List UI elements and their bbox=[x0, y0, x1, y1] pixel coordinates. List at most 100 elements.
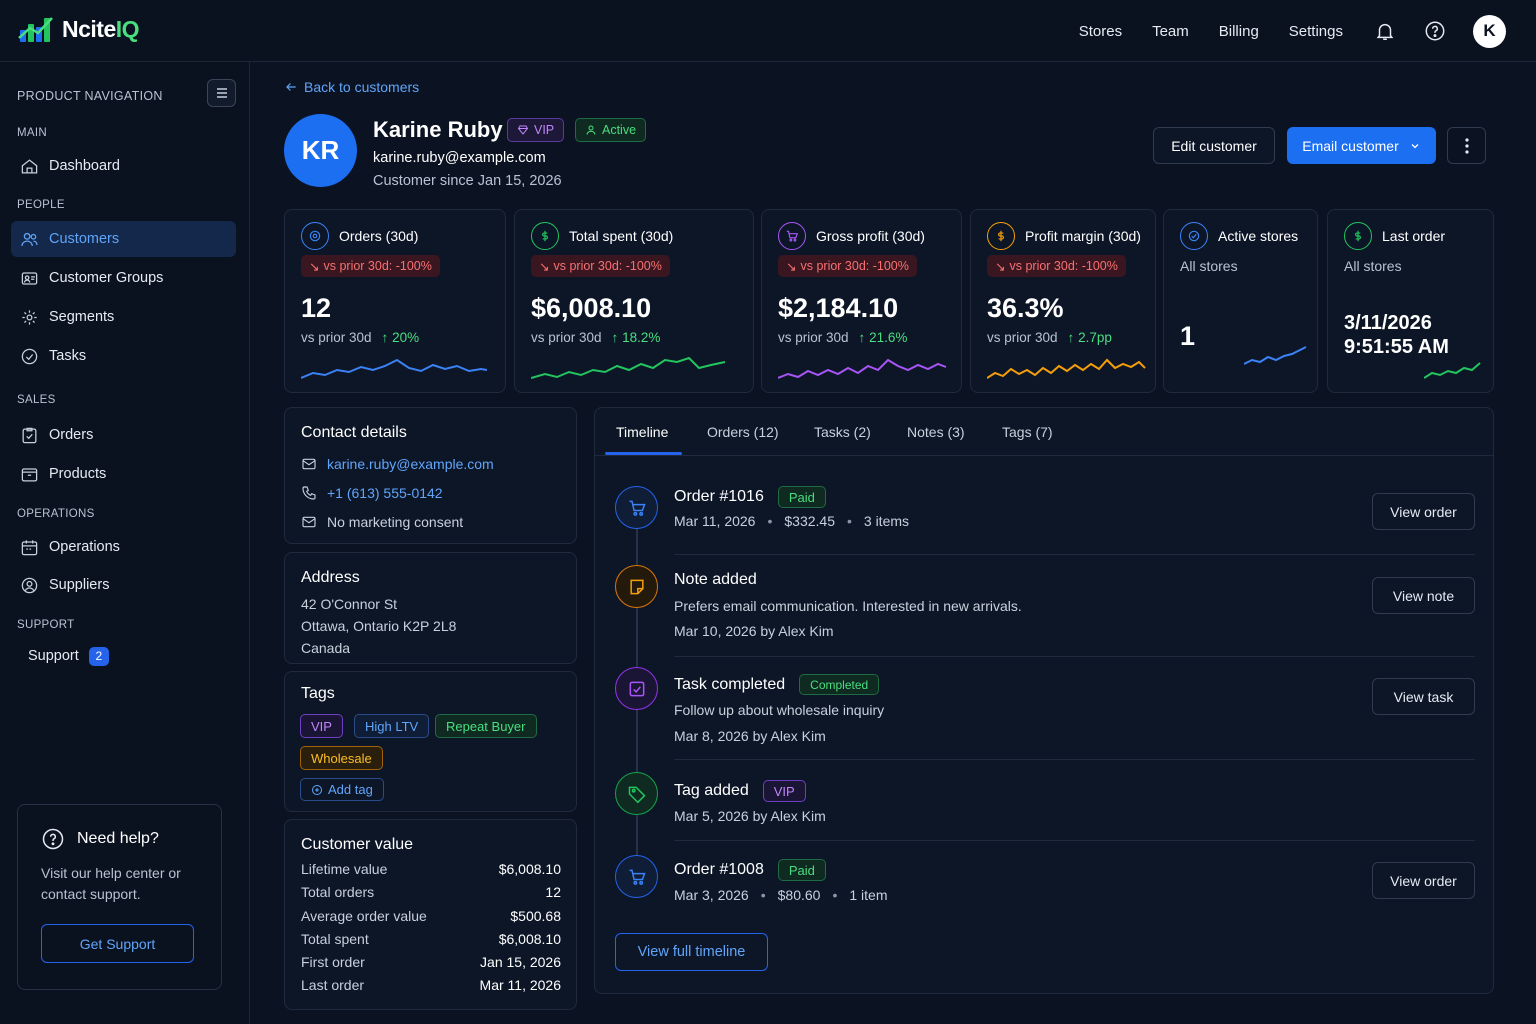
kpi-title: Profit margin (30d) bbox=[1025, 228, 1141, 244]
value-row: First order Jan 15, 2026 bbox=[301, 954, 561, 970]
add-tag-button[interactable]: Add tag bbox=[300, 778, 384, 801]
kpi-sparkline bbox=[1424, 362, 1481, 379]
sidebar-item-dashboard[interactable]: Dashboard bbox=[11, 148, 236, 184]
tab-orders[interactable]: Orders (12) bbox=[707, 408, 779, 456]
last-order-time: 9:51:55 AM bbox=[1344, 336, 1449, 358]
kpi-delta: ↑ 2.7pp bbox=[1067, 330, 1112, 345]
view-task-button[interactable]: View task bbox=[1372, 678, 1475, 715]
tag-high-ltv[interactable]: High LTV bbox=[354, 714, 430, 738]
sidebar-item-customers[interactable]: Customers bbox=[11, 221, 236, 257]
tab-timeline[interactable]: Timeline bbox=[616, 408, 668, 456]
logo-icon bbox=[18, 17, 53, 42]
sidebar-item-orders[interactable]: Orders bbox=[11, 417, 236, 453]
card-title: Contact details bbox=[301, 424, 407, 441]
sidebar-item-operations[interactable]: Operations bbox=[11, 529, 236, 565]
sidebar-item-products[interactable]: Products bbox=[11, 456, 236, 492]
event-title-text: Order #1008 bbox=[674, 861, 764, 878]
sidebar-item-segments[interactable]: Segments bbox=[11, 299, 236, 335]
note-icon bbox=[615, 565, 658, 608]
edit-customer-button[interactable]: Edit customer bbox=[1153, 127, 1275, 164]
contact-email-row[interactable]: karine.ruby@example.com bbox=[301, 456, 494, 472]
tag-repeat-buyer[interactable]: Repeat Buyer bbox=[435, 714, 537, 738]
tags-card: Tags VIP High LTV Repeat Buyer Wholesale… bbox=[284, 671, 577, 812]
kpi-comparison: vs prior 30d ↑ 2.7pp bbox=[987, 330, 1112, 345]
kpi-header: Orders (30d) bbox=[301, 222, 418, 250]
event-title-text: Tag added bbox=[674, 782, 749, 799]
event-meta: Mar 3, 2026 • $80.60 • 1 item bbox=[674, 887, 887, 903]
kpi-card-profit-margin[interactable]: Profit margin (30d) ↘ vs prior 30d: -100%… bbox=[970, 209, 1156, 393]
more-actions-button[interactable] bbox=[1447, 127, 1486, 164]
view-full-timeline-button[interactable]: View full timeline bbox=[615, 933, 768, 971]
kpi-delta-value: 20% bbox=[392, 330, 420, 345]
kpi-delta-value: 21.6% bbox=[869, 330, 908, 345]
paid-badge: Paid bbox=[777, 486, 826, 508]
active-tab-indicator bbox=[605, 452, 682, 455]
contact-phone-row[interactable]: +1 (613) 555-0142 bbox=[301, 485, 443, 501]
sidebar-item-label: Support bbox=[28, 648, 79, 664]
tag-vip[interactable]: VIP bbox=[300, 714, 343, 738]
card-title: Customer value bbox=[301, 836, 414, 853]
sidebar: PRODUCT NAVIGATION MAIN Dashboard PEOPLE… bbox=[0, 62, 250, 1024]
sidebar-toggle-button[interactable] bbox=[207, 79, 236, 107]
logo[interactable]: NciteIQ bbox=[18, 14, 140, 44]
section-operations: OPERATIONS bbox=[17, 508, 95, 520]
kpi-comparison-label: vs prior 30d bbox=[531, 330, 602, 345]
kpi-comparison-label: vs prior 30d bbox=[987, 330, 1058, 345]
sidebar-item-support[interactable]: Support 2 bbox=[11, 638, 236, 674]
help-icon[interactable] bbox=[1423, 19, 1447, 43]
percent-icon bbox=[987, 222, 1015, 250]
nav-stores[interactable]: Stores bbox=[1079, 23, 1122, 40]
sidebar-item-tasks[interactable]: Tasks bbox=[11, 338, 236, 374]
bell-icon[interactable] bbox=[1373, 19, 1397, 43]
contact-email-link[interactable]: karine.ruby@example.com bbox=[327, 456, 494, 472]
kpi-sparkline bbox=[301, 358, 487, 379]
event-title: Note added bbox=[674, 571, 757, 589]
card-title: Tags bbox=[301, 685, 335, 702]
kpi-card-active-stores[interactable]: Active stores All stores 1 bbox=[1163, 209, 1318, 393]
sidebar-item-suppliers[interactable]: Suppliers bbox=[11, 567, 236, 603]
view-note-button[interactable]: View note bbox=[1372, 577, 1475, 614]
kpi-delta: ↑ 20% bbox=[381, 330, 420, 345]
kpi-card-total-spent[interactable]: Total spent (30d) ↘ vs prior 30d: -100% $… bbox=[514, 209, 754, 393]
sidebar-item-customer-groups[interactable]: Customer Groups bbox=[11, 260, 236, 296]
view-order-button[interactable]: View order bbox=[1372, 493, 1475, 530]
event-divider bbox=[674, 759, 1475, 760]
nav-billing[interactable]: Billing bbox=[1219, 23, 1259, 40]
kpi-card-orders[interactable]: Orders (30d) ↘ vs prior 30d: -100% 12 vs … bbox=[284, 209, 506, 393]
status-label: Active bbox=[602, 123, 637, 137]
user-avatar[interactable]: K bbox=[1473, 14, 1506, 48]
tab-tags[interactable]: Tags (7) bbox=[1002, 408, 1053, 456]
kpi-sparkline bbox=[1244, 346, 1307, 365]
contact-details-card: Contact details karine.ruby@example.com … bbox=[284, 407, 577, 544]
help-card: Need help? Visit our help center or cont… bbox=[17, 804, 222, 990]
event-date: Mar 11, 2026 bbox=[674, 513, 756, 529]
back-to-customers-link[interactable]: Back to customers bbox=[284, 79, 419, 95]
get-support-button[interactable]: Get Support bbox=[41, 924, 194, 963]
value-amount: Mar 11, 2026 bbox=[479, 977, 561, 993]
nav-team[interactable]: Team bbox=[1152, 23, 1189, 40]
kpi-header: Active stores bbox=[1180, 222, 1298, 250]
tag-wholesale[interactable]: Wholesale bbox=[300, 746, 383, 770]
kpi-change-badge: ↘ vs prior 30d: -100% bbox=[301, 255, 440, 277]
nav-settings[interactable]: Settings bbox=[1289, 23, 1343, 40]
value-amount: $6,008.10 bbox=[498, 861, 561, 877]
activity-panel: Timeline Orders (12) Tasks (2) Notes (3)… bbox=[594, 407, 1494, 994]
tab-notes[interactable]: Notes (3) bbox=[907, 408, 965, 456]
email-customer-button[interactable]: Email customer bbox=[1287, 127, 1436, 164]
view-order-button[interactable]: View order bbox=[1372, 862, 1475, 899]
sidebar-item-label: Customers bbox=[49, 231, 120, 247]
value-label: First order bbox=[301, 954, 365, 970]
tab-tasks[interactable]: Tasks (2) bbox=[814, 408, 871, 456]
kpi-comparison-label: vs prior 30d bbox=[301, 330, 372, 345]
email-customer-label: Email customer bbox=[1302, 137, 1399, 154]
kpi-card-last-order[interactable]: Last order All stores 3/11/2026 9:51:55 … bbox=[1327, 209, 1494, 393]
event-title-text: Note added bbox=[674, 571, 757, 588]
customer-name: Karine Ruby bbox=[373, 117, 503, 142]
value-row: Total spent $6,008.10 bbox=[301, 931, 561, 947]
kpi-card-gross-profit[interactable]: Gross profit (30d) ↘ vs prior 30d: -100% … bbox=[761, 209, 962, 393]
event-title-text: Order #1016 bbox=[674, 488, 764, 505]
contact-phone-link[interactable]: +1 (613) 555-0142 bbox=[327, 485, 443, 501]
event-meta: Mar 11, 2026 • $332.45 • 3 items bbox=[674, 513, 909, 529]
event-items: 3 items bbox=[863, 513, 910, 529]
arrow-down-right-icon: ↘ bbox=[539, 259, 550, 274]
